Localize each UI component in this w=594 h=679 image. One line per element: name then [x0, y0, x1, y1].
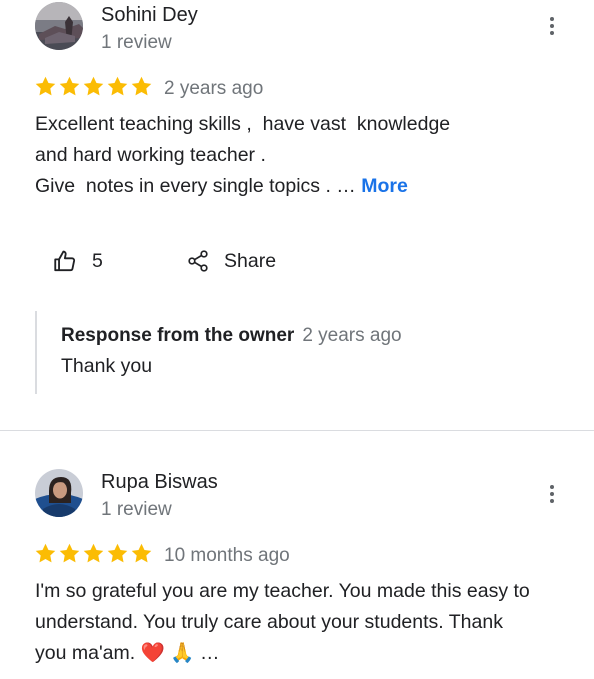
- owner-response-text: Thank you: [61, 355, 153, 377]
- more-link[interactable]: More: [361, 175, 408, 197]
- star-icon: [107, 76, 128, 96]
- review-text-line: understand. You truly care about your st…: [35, 611, 503, 633]
- more-options-button[interactable]: [540, 14, 564, 38]
- review-text-line-content: you ma'am.: [35, 642, 141, 664]
- thumbs-up-icon: [54, 250, 76, 272]
- review-text: Excellent teaching skills , have vast kn…: [35, 109, 575, 202]
- share-icon: [188, 250, 208, 272]
- like-count: 5: [92, 249, 103, 272]
- star-icon: [35, 543, 56, 563]
- star-icon: [35, 76, 56, 96]
- star-icon: [59, 76, 80, 96]
- more-vert-icon: [550, 485, 554, 503]
- review-text-line: you ma'am. ❤️ 🙏 …: [35, 638, 575, 669]
- reviewer-avatar[interactable]: [35, 2, 83, 50]
- reviewer-name[interactable]: Sohini Dey: [101, 4, 198, 27]
- star-rating: [34, 542, 153, 566]
- star-icon: [131, 76, 152, 96]
- reviewer-name[interactable]: Rupa Biswas: [101, 471, 218, 494]
- owner-response: Response from the owner 2 years ago Thank…: [35, 311, 577, 394]
- reviewer-review-count[interactable]: 1 review: [101, 32, 172, 54]
- share-label: Share: [224, 249, 277, 272]
- star-icon: [107, 543, 128, 563]
- review-card: Sohini Dey 1 review 2 years ago Excellen…: [0, 0, 594, 430]
- folded-hands-emoji-icon: 🙏: [170, 642, 195, 664]
- truncation-ellipsis[interactable]: …: [200, 642, 220, 664]
- reviewer-photo: [35, 469, 83, 517]
- like-button[interactable]: 5: [52, 248, 103, 274]
- review-card: Rupa Biswas 1 review 10 months ago I'm s…: [0, 431, 594, 679]
- reviewer-avatar[interactable]: [35, 469, 83, 517]
- review-date: 10 months ago: [164, 545, 290, 566]
- owner-response-header: Response from the owner 2 years ago: [61, 325, 402, 347]
- star-icon: [83, 76, 104, 96]
- owner-response-label: Response from the owner: [61, 325, 295, 346]
- star-icon: [131, 543, 152, 563]
- review-text-line: I'm so grateful you are my teacher. You …: [35, 580, 530, 602]
- star-rating: [34, 75, 153, 99]
- star-icon: [83, 543, 104, 563]
- review-text-line: Excellent teaching skills , have vast kn…: [35, 113, 451, 135]
- star-icon: [59, 543, 80, 563]
- reviewer-review-count[interactable]: 1 review: [101, 499, 172, 521]
- review-text: I'm so grateful you are my teacher. You …: [35, 576, 575, 669]
- review-text-line-content: Give notes in every single topics . …: [35, 175, 362, 197]
- more-vert-icon: [550, 17, 554, 35]
- heart-emoji-icon: ❤️: [140, 642, 165, 664]
- share-button[interactable]: Share: [186, 248, 276, 274]
- review-text-line: Give notes in every single topics . … Mo…: [35, 171, 575, 202]
- more-options-button[interactable]: [540, 482, 564, 506]
- review-date: 2 years ago: [164, 78, 264, 99]
- owner-response-date: 2 years ago: [302, 325, 402, 346]
- reviewer-photo: [35, 2, 83, 50]
- review-text-line: and hard working teacher .: [35, 144, 266, 166]
